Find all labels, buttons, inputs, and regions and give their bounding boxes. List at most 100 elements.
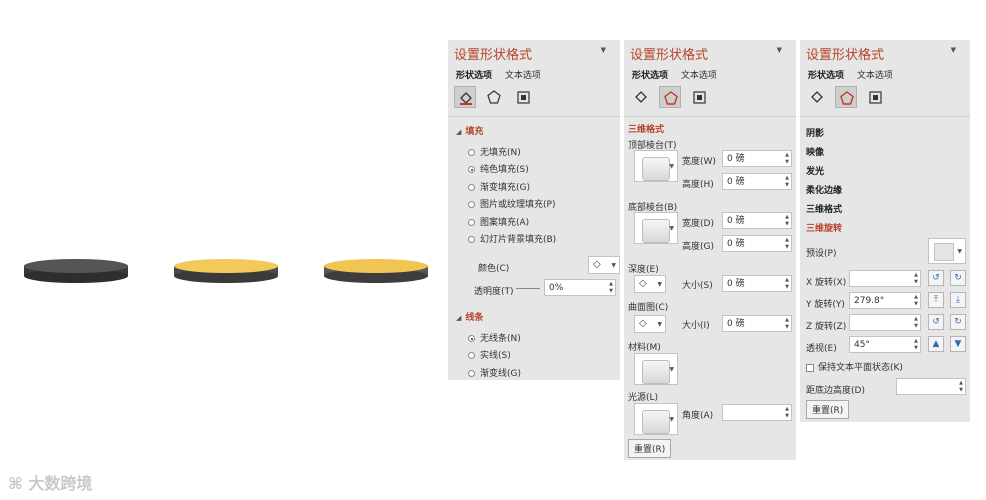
dark-disc-shape: [24, 259, 128, 283]
tab-shape-options[interactable]: 形状选项: [456, 71, 492, 81]
category-reflection[interactable]: 映像: [806, 145, 824, 158]
top-height-input[interactable]: 0 磅 ▲ ▼: [722, 173, 792, 190]
tab-text-options[interactable]: 文本选项: [681, 71, 717, 81]
x-rotate-right-icon[interactable]: ↻: [950, 270, 966, 286]
paint-bucket-icon: ◇: [593, 259, 601, 270]
y-rotation-label: Y 旋转(Y): [806, 300, 845, 310]
y-rotation-input[interactable]: 279.8° ▲ ▼: [849, 292, 921, 309]
y-rotate-down-icon[interactable]: ⤓: [950, 292, 966, 308]
tab-text-options[interactable]: 文本选项: [857, 71, 893, 81]
radio-pattern-fill[interactable]: 图案填充(A): [468, 215, 529, 228]
category-glow[interactable]: 发光: [806, 164, 824, 177]
format-shape-panel-fill: 设置形状格式 ▼ 形状选项 文本选项 ◢ 填充 无填充(N) 纯色填充(S) 渐变…: [448, 40, 620, 380]
bottom-width-input[interactable]: 0 磅 ▲ ▼: [722, 212, 792, 229]
transparency-slider[interactable]: [516, 288, 540, 289]
size-properties-icon[interactable]: [688, 86, 710, 108]
watermark-icon: ⌘: [8, 474, 29, 493]
panel-menu-arrow-icon[interactable]: ▼: [951, 46, 956, 54]
material-gallery[interactable]: ▼: [634, 353, 678, 385]
preset-label: 预设(P): [806, 249, 837, 259]
size-properties-icon[interactable]: [864, 86, 886, 108]
radio-picture-fill[interactable]: 图片或纹理填充(P): [468, 197, 555, 210]
fill-line-icon[interactable]: [806, 86, 828, 108]
format-shape-panel-3d-format: 设置形状格式 ▼ 形状选项 文本选项 三维格式 顶部棱台(T) ▼ 宽度(W) …: [624, 40, 796, 460]
top-bevel-gallery[interactable]: ▼: [634, 150, 678, 182]
lighting-label: 光源(L): [628, 393, 659, 403]
color-label: 颜色(C): [478, 264, 510, 274]
divider: [624, 116, 796, 117]
depth-size-input[interactable]: 0 磅 ▲ ▼: [722, 275, 792, 292]
transparency-label: 透明度(T): [474, 287, 514, 297]
y-rotate-up-icon[interactable]: ⤒: [928, 292, 944, 308]
distance-from-ground-input[interactable]: ▲ ▼: [896, 378, 966, 395]
z-rotate-counterclockwise-icon[interactable]: ↺: [928, 314, 944, 330]
fill-line-icon[interactable]: [630, 86, 652, 108]
x-rotate-left-icon[interactable]: ↺: [928, 270, 944, 286]
z-rotation-input[interactable]: ▲ ▼: [849, 314, 921, 331]
panel-title: 设置形状格式: [630, 48, 709, 63]
radio-no-line[interactable]: 无线条(N): [468, 331, 521, 344]
contour-size-label: 大小(I): [682, 321, 710, 331]
panel-title: 设置形状格式: [454, 48, 533, 63]
panel-menu-arrow-icon[interactable]: ▼: [601, 46, 606, 54]
lighting-gallery[interactable]: ▼: [634, 403, 678, 435]
category-3d-rotation[interactable]: 三维旋转: [806, 221, 842, 234]
contour-size-input[interactable]: 0 磅 ▲ ▼: [722, 315, 792, 332]
perspective-input[interactable]: 45° ▲ ▼: [849, 336, 921, 353]
size-properties-icon[interactable]: [512, 86, 534, 108]
radio-gradient-fill[interactable]: 渐变填充(G): [468, 180, 530, 193]
reset-button[interactable]: 重置(R): [628, 439, 672, 458]
tab-shape-options[interactable]: 形状选项: [632, 71, 668, 81]
perspective-increase-icon[interactable]: ▲: [928, 336, 944, 352]
radio-no-fill[interactable]: 无填充(N): [468, 145, 521, 158]
angle-input[interactable]: ▲ ▼: [722, 404, 792, 421]
depth-size-label: 大小(S): [682, 281, 713, 291]
effects-pentagon-icon[interactable]: [658, 86, 681, 108]
format-shape-panel-3d-rotation: 设置形状格式 ▼ 形状选项 文本选项 阴影 映像 发光 柔化边缘 三维格式 三维…: [800, 40, 970, 422]
paint-bucket-icon: ◇: [639, 318, 647, 329]
rotation-preset-gallery[interactable]: ▼: [928, 238, 966, 264]
divider: [800, 116, 970, 117]
panel-menu-arrow-icon[interactable]: ▼: [777, 46, 782, 54]
tab-shape-options[interactable]: 形状选项: [808, 71, 844, 81]
category-shadow[interactable]: 阴影: [806, 126, 824, 139]
reset-button[interactable]: 重置(R): [806, 400, 850, 419]
line-section-header[interactable]: ◢ 线条: [456, 310, 483, 323]
depth-color-picker[interactable]: ◇ ▼: [634, 275, 666, 293]
radio-solid-line[interactable]: 实线(S): [468, 348, 511, 361]
category-soft-edges[interactable]: 柔化边缘: [806, 183, 842, 196]
perspective-label: 透视(E): [806, 344, 837, 354]
perspective-decrease-icon[interactable]: ▼: [950, 336, 966, 352]
effects-pentagon-icon[interactable]: [834, 86, 857, 108]
top-height-label: 高度(H): [682, 180, 714, 190]
bottom-height-input[interactable]: 0 磅 ▲ ▼: [722, 235, 792, 252]
watermark-text: 大数跨境: [28, 474, 93, 493]
bottom-width-label: 宽度(D): [682, 219, 714, 229]
category-3d-format[interactable]: 三维格式: [806, 202, 842, 215]
fill-section-header[interactable]: ◢ 填充: [456, 124, 483, 137]
gold-disc-beveled-shape: [324, 259, 428, 283]
divider: [448, 116, 620, 117]
radio-slide-background-fill[interactable]: 幻灯片背景填充(B): [468, 232, 556, 245]
top-width-input[interactable]: 0 磅 ▲ ▼: [722, 150, 792, 167]
angle-label: 角度(A): [682, 411, 714, 421]
fill-line-icon[interactable]: [454, 86, 476, 108]
effects-pentagon-icon[interactable]: [483, 86, 505, 108]
bottom-bevel-gallery[interactable]: ▼: [634, 212, 678, 244]
distance-from-ground-label: 距底边高度(D): [806, 386, 865, 396]
radio-gradient-line[interactable]: 渐变线(G): [468, 366, 521, 379]
keep-text-flat-checkbox[interactable]: 保持文本平面状态(K): [806, 360, 903, 373]
watermark-logo: ⌘ 大数跨境: [8, 470, 92, 494]
x-rotation-input[interactable]: ▲ ▼: [849, 270, 921, 287]
top-width-label: 宽度(W): [682, 157, 716, 167]
contour-color-picker[interactable]: ◇ ▼: [634, 315, 666, 333]
tab-text-options[interactable]: 文本选项: [505, 71, 541, 81]
panel-title: 设置形状格式: [806, 48, 885, 63]
transparency-input[interactable]: 0% ▲ ▼: [544, 279, 616, 296]
z-rotate-clockwise-icon[interactable]: ↻: [950, 314, 966, 330]
material-label: 材料(M): [628, 343, 661, 353]
radio-solid-fill[interactable]: 纯色填充(S): [468, 162, 529, 175]
bottom-height-label: 高度(G): [682, 242, 714, 252]
fill-color-picker[interactable]: ◇ ▼: [588, 256, 620, 274]
gold-disc-shape: [174, 259, 278, 283]
